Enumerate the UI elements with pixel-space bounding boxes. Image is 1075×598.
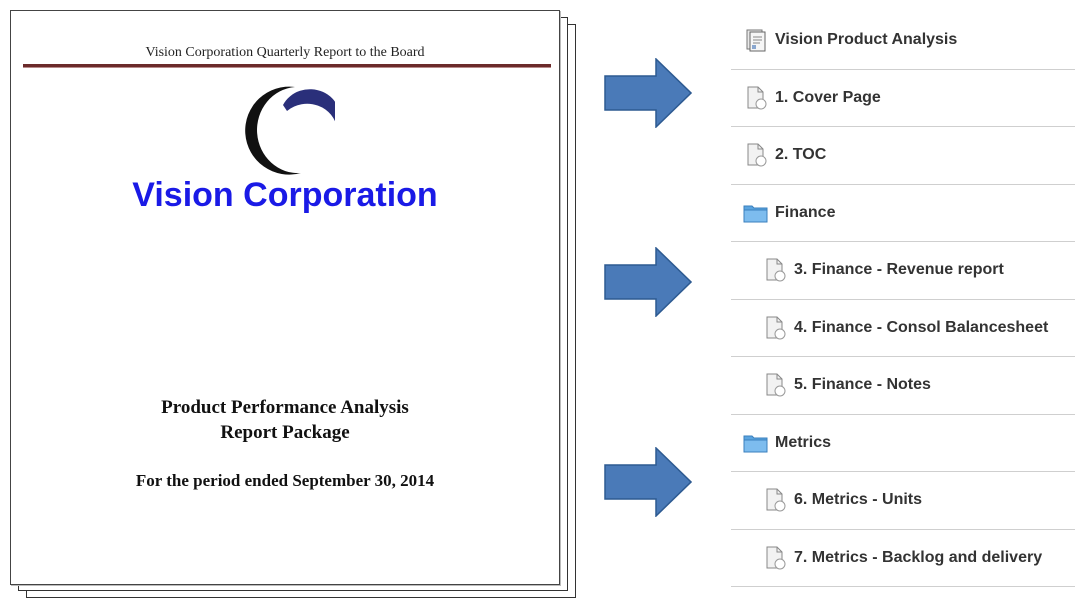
tree-item-label: 2. TOC: [775, 146, 827, 164]
tree-item-metrics-backlog-and-delivery[interactable]: 7. Metrics - Backlog and delivery: [731, 530, 1075, 587]
document-header: Vision Corporation Quarterly Report to t…: [145, 45, 425, 60]
tree-item-finance-revenue-report[interactable]: 3. Finance - Revenue report: [731, 242, 1075, 300]
tree-item-label: 1. Cover Page: [775, 88, 881, 106]
tree-item-label: 3. Finance - Revenue report: [794, 261, 1004, 279]
tree-item-cover-page[interactable]: 1. Cover Page: [731, 70, 1075, 127]
tree-item-label: Metrics: [775, 433, 832, 451]
tree-item-vision-product-analysis[interactable]: Vision Product Analysis: [731, 12, 1075, 70]
report-book-icon: [746, 29, 766, 52]
tree-item-label: 6. Metrics - Units: [794, 491, 923, 509]
tree-folder-metrics[interactable]: Metrics: [731, 415, 1075, 472]
folder-icon: [743, 435, 768, 453]
header-rule: [23, 64, 551, 68]
right-arrow-icon: [604, 247, 692, 317]
report-title-line2: Report Package: [220, 422, 350, 443]
report-package-tree: Vision Product Analysis 1. Cover Page 2.…: [731, 12, 1075, 587]
tree-item-metrics-units[interactable]: 6. Metrics - Units: [731, 472, 1075, 530]
cover-page-preview: Vision Corporation Quarterly Report to t…: [10, 10, 560, 585]
document-icon: [766, 258, 786, 282]
tree-item-label: 5. Finance - Notes: [794, 376, 931, 394]
tree-item-label: Finance: [775, 203, 836, 221]
report-period: For the period ended September 30, 2014: [135, 471, 435, 490]
tree-item-finance-notes[interactable]: 5. Finance - Notes: [731, 357, 1075, 415]
company-name: Vision Corporation: [132, 176, 438, 214]
document-icon: [766, 546, 786, 570]
document-icon: [766, 488, 786, 512]
document-icon: [766, 316, 786, 340]
document-icon: [747, 86, 767, 110]
tree-folder-finance[interactable]: Finance: [731, 185, 1075, 242]
document-icon: [747, 143, 767, 167]
right-arrow-icon: [604, 447, 692, 517]
report-title-line1: Product Performance Analysis: [161, 397, 409, 418]
tree-item-toc[interactable]: 2. TOC: [731, 127, 1075, 185]
folder-icon: [743, 205, 768, 223]
company-logo: [245, 86, 335, 175]
right-arrow-icon: [604, 58, 692, 128]
tree-item-label: Vision Product Analysis: [775, 31, 958, 49]
tree-item-label: 4. Finance - Consol Balancesheet: [794, 318, 1049, 336]
tree-item-finance-consol-balancesheet[interactable]: 4. Finance - Consol Balancesheet: [731, 300, 1075, 357]
tree-item-label: 7. Metrics - Backlog and delivery: [794, 548, 1043, 566]
document-icon: [766, 373, 786, 397]
